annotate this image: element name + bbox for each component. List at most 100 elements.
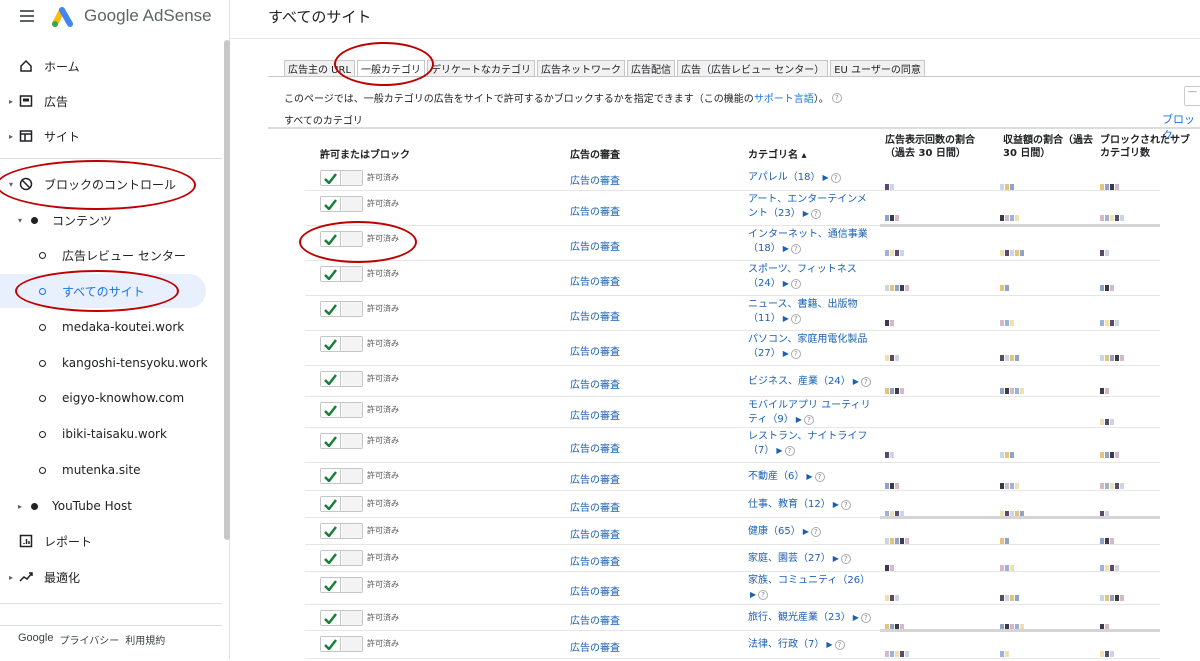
- sidebar-item-site[interactable]: medaka-koutei.work: [0, 310, 222, 344]
- help-icon[interactable]: ?: [790, 314, 801, 324]
- category-name-link[interactable]: ビジネス、産業（24） ▶?: [748, 375, 876, 389]
- help-icon[interactable]: ?: [860, 613, 871, 623]
- sidebar-item-youtube-host[interactable]: ▸ YouTube Host: [0, 489, 222, 523]
- sidebar-item-content[interactable]: ▾ コンテンツ: [0, 203, 222, 237]
- category-name-link[interactable]: アパレル（18） ▶?: [748, 171, 876, 185]
- sidebar-item-site[interactable]: mutenka.site: [0, 453, 222, 487]
- help-icon[interactable]: ?: [814, 472, 825, 482]
- category-label[interactable]: ニュース、書籍、出版物（11）: [748, 299, 858, 324]
- expand-arrow-icon[interactable]: ▶: [750, 590, 756, 599]
- help-icon[interactable]: ?: [810, 526, 821, 537]
- chevron-right-icon[interactable]: ▸: [9, 132, 13, 141]
- category-label[interactable]: インターネット、通信事業（18）: [748, 229, 868, 254]
- sidebar-item-ad-review-center[interactable]: 広告レビュー センター: [0, 238, 222, 272]
- allow-toggle[interactable]: [320, 170, 363, 186]
- header-revenue-share[interactable]: 収益額の割合（過去 30 日間）: [1003, 134, 1093, 160]
- sidebar-item-site[interactable]: ibiki-taisaku.work: [0, 417, 222, 451]
- sidebar-item-block-controls[interactable]: ▾ ブロックのコントロール: [0, 167, 222, 201]
- chevron-right-icon[interactable]: ▸: [9, 97, 13, 106]
- ad-review-link[interactable]: 広告の審査: [570, 471, 620, 486]
- category-name-link[interactable]: 不動産（6） ▶?: [748, 470, 876, 484]
- ad-review-link[interactable]: 広告の審査: [570, 238, 620, 253]
- header-impressions-share[interactable]: 広告表示回数の割合（過去 30 日間）: [885, 134, 985, 160]
- expand-arrow-icon[interactable]: ▶: [803, 527, 809, 536]
- ad-review-link[interactable]: 広告の審査: [570, 343, 620, 358]
- chevron-right-icon[interactable]: ▸: [9, 573, 13, 582]
- ad-review-link[interactable]: 広告の審査: [570, 203, 620, 218]
- hamburger-menu-icon[interactable]: [20, 10, 34, 22]
- support-languages-link[interactable]: サポート言語: [754, 90, 814, 105]
- header-category-name[interactable]: カテゴリ名 ▴: [748, 149, 807, 162]
- help-icon[interactable]: ?: [860, 376, 871, 387]
- allow-toggle[interactable]: [320, 433, 363, 449]
- category-name-link[interactable]: レストラン、ナイトライフ（7） ▶?: [748, 430, 876, 458]
- allow-toggle[interactable]: [320, 266, 363, 282]
- ad-review-link[interactable]: 広告の審査: [570, 499, 620, 514]
- header-allow-block[interactable]: 許可またはブロック: [320, 149, 410, 162]
- category-label[interactable]: パソコン、家庭用電化製品（27）: [748, 334, 867, 359]
- category-label[interactable]: アパレル（18）: [748, 172, 821, 183]
- category-name-link[interactable]: 仕事、教育（12） ▶?: [748, 498, 876, 512]
- sidebar-scrollbar[interactable]: [224, 40, 230, 540]
- help-icon[interactable]: ?: [790, 244, 801, 254]
- ad-review-link[interactable]: 広告の審査: [570, 440, 620, 455]
- category-name-link[interactable]: 家庭、園芸（27） ▶?: [748, 552, 876, 566]
- help-icon[interactable]: ?: [803, 415, 814, 425]
- expand-arrow-icon[interactable]: ▶: [783, 314, 789, 323]
- expand-arrow-icon[interactable]: ▶: [806, 472, 812, 481]
- expand-arrow-icon[interactable]: ▶: [823, 173, 829, 182]
- expand-arrow-icon[interactable]: ▶: [783, 279, 789, 288]
- sidebar-item-reports[interactable]: レポート: [0, 524, 222, 558]
- allow-toggle[interactable]: [320, 636, 363, 652]
- help-icon[interactable]: ?: [831, 92, 842, 103]
- category-label[interactable]: スポーツ、フィットネス（24）: [748, 264, 857, 289]
- help-icon[interactable]: ?: [834, 640, 845, 650]
- help-icon[interactable]: ?: [758, 590, 769, 600]
- category-name-link[interactable]: パソコン、家庭用電化製品（27） ▶?: [748, 333, 876, 361]
- allow-toggle[interactable]: [320, 496, 363, 512]
- help-icon[interactable]: ?: [790, 279, 801, 289]
- category-label[interactable]: 旅行、観光産業（23）: [748, 612, 851, 623]
- allow-toggle[interactable]: [320, 301, 363, 317]
- tab-ad-networks[interactable]: 広告ネットワーク: [537, 60, 626, 77]
- chevron-down-icon[interactable]: ▾: [18, 216, 22, 225]
- help-icon[interactable]: ?: [790, 349, 801, 359]
- category-name-link[interactable]: スポーツ、フィットネス（24） ▶?: [748, 263, 876, 291]
- allow-toggle[interactable]: [320, 402, 363, 418]
- category-label[interactable]: 健康（65）: [748, 526, 801, 537]
- terms-link[interactable]: 利用規約: [125, 632, 165, 647]
- expand-arrow-icon[interactable]: ▶: [803, 209, 809, 218]
- allow-toggle[interactable]: [320, 577, 363, 593]
- sidebar-item-all-sites[interactable]: すべてのサイト: [0, 274, 206, 308]
- ad-review-link[interactable]: 広告の審査: [570, 273, 620, 288]
- expand-arrow-icon[interactable]: ▶: [783, 244, 789, 253]
- ad-review-link[interactable]: 広告の審査: [570, 376, 620, 391]
- sidebar-item-ads[interactable]: ▸ 広告: [0, 84, 222, 118]
- header-blocked-subcategories[interactable]: ブロックされたサブカテゴリ数: [1100, 134, 1195, 160]
- sidebar-item-optimize[interactable]: ▸ 最適化: [0, 560, 222, 594]
- allow-toggle[interactable]: [320, 231, 363, 247]
- sidebar-item-site[interactable]: kangoshi-tensyoku.work: [0, 346, 222, 380]
- category-label[interactable]: ビジネス、産業（24）: [748, 376, 851, 387]
- allow-toggle[interactable]: [320, 610, 363, 626]
- category-name-link[interactable]: 健康（65） ▶?: [748, 525, 876, 539]
- category-name-link[interactable]: 家族、コミュニティ（26） ▶?: [748, 574, 876, 602]
- chevron-down-icon[interactable]: ▾: [9, 180, 13, 189]
- ad-review-link[interactable]: 広告の審査: [570, 407, 620, 422]
- expand-arrow-icon[interactable]: ▶: [853, 377, 859, 386]
- category-label[interactable]: レストラン、ナイトライフ（7）: [748, 431, 867, 456]
- ad-review-link[interactable]: 広告の審査: [570, 308, 620, 323]
- privacy-link[interactable]: プライバシー: [59, 632, 119, 647]
- category-label[interactable]: 家族、コミュニティ（26）: [748, 575, 870, 586]
- expand-arrow-icon[interactable]: ▶: [796, 415, 802, 424]
- ad-review-link[interactable]: 広告の審査: [570, 612, 620, 627]
- tab-ad-review-center[interactable]: 広告（広告レビュー センター）: [677, 60, 829, 77]
- allow-toggle[interactable]: [320, 523, 363, 539]
- tab-ad-serving[interactable]: 広告配信: [627, 60, 676, 77]
- tab-eu-user-consent[interactable]: EU ユーザーの同意: [830, 60, 925, 77]
- category-label[interactable]: 不動産（6）: [748, 471, 804, 482]
- category-name-link[interactable]: モバイルアプリ ユーティリティ（9） ▶?: [748, 399, 876, 427]
- help-icon[interactable]: ?: [840, 553, 851, 564]
- allow-toggle[interactable]: [320, 550, 363, 566]
- tab-general-categories[interactable]: 一般カテゴリ: [357, 60, 426, 77]
